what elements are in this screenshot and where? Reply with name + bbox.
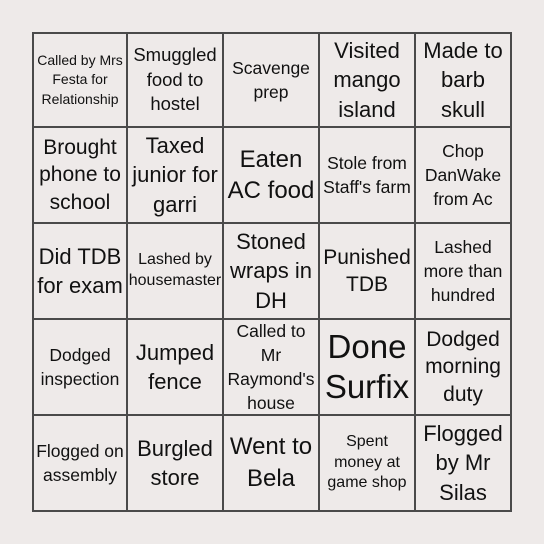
bingo-cell[interactable]: Flogged on assembly: [32, 416, 128, 512]
cell-text: Brought phone to school: [39, 136, 121, 214]
bingo-cell[interactable]: Spent money at game shop: [320, 416, 416, 512]
bingo-cell[interactable]: Jumped fence: [128, 320, 224, 416]
bingo-cell[interactable]: Taxed junior for garri: [128, 128, 224, 224]
cell-text: Jumped fence: [135, 339, 215, 394]
cell-text: Did TDB for exam: [37, 243, 123, 298]
bingo-cell[interactable]: Called by Mrs Festa for Relationship: [32, 32, 128, 128]
bingo-cell[interactable]: Visited mango island: [320, 32, 416, 128]
cell-text: Chop DanWake from Ac: [424, 140, 502, 210]
bingo-cell[interactable]: Stole from Staff's farm: [320, 128, 416, 224]
cell-text: Dodged inspection: [40, 344, 120, 389]
bingo-cell[interactable]: Called to Mr Raymond's house: [224, 320, 320, 416]
bingo-cell[interactable]: Brought phone to school: [32, 128, 128, 224]
cell-text: Stoned wraps in DH: [230, 229, 312, 313]
cell-text: Visited mango island: [333, 38, 401, 122]
cell-text: Flogged by Mr Silas: [423, 421, 503, 505]
bingo-cell[interactable]: Chop DanWake from Ac: [416, 128, 512, 224]
cell-text: Scavenge prep: [232, 57, 310, 102]
cell-text: Stole from Staff's farm: [323, 152, 411, 197]
cell-text: Taxed junior for garri: [132, 133, 218, 217]
bingo-cell[interactable]: Smuggled food to hostel: [128, 32, 224, 128]
bingo-cell[interactable]: Did TDB for exam: [32, 224, 128, 320]
cell-text: Lashed by housemaster: [128, 251, 222, 289]
bingo-cell[interactable]: Lashed by housemaster: [128, 224, 224, 320]
cell-text: Punished TDB: [323, 245, 411, 296]
bingo-cell[interactable]: Done Surfix: [320, 320, 416, 416]
cell-text: Smuggled food to hostel: [133, 44, 217, 115]
bingo-cell[interactable]: Eaten AC food: [224, 128, 320, 224]
cell-text: Done Surfix: [324, 327, 410, 405]
bingo-cell[interactable]: Punished TDB: [320, 224, 416, 320]
cell-text: Called to Mr Raymond's house: [227, 320, 315, 414]
bingo-cell[interactable]: Flogged by Mr Silas: [416, 416, 512, 512]
cell-text: Flogged on assembly: [36, 440, 124, 485]
cell-text: Spent money at game shop: [327, 432, 407, 492]
cell-text: Burgled store: [137, 435, 213, 490]
bingo-cell[interactable]: Stoned wraps in DH: [224, 224, 320, 320]
bingo-cell[interactable]: Dodged morning duty: [416, 320, 512, 416]
cell-text: Lashed more than hundred: [423, 236, 503, 306]
bingo-cell[interactable]: Lashed more than hundred: [416, 224, 512, 320]
cell-text: Made to barb skull: [423, 38, 503, 122]
cell-text: Called by Mrs Festa for Relationship: [37, 51, 123, 107]
bingo-cell[interactable]: Went to Bela: [224, 416, 320, 512]
bingo-cell[interactable]: Dodged inspection: [32, 320, 128, 416]
cell-text: Eaten AC food: [227, 145, 315, 204]
bingo-cell[interactable]: Made to barb skull: [416, 32, 512, 128]
cell-text: Dodged morning duty: [425, 328, 501, 406]
cell-text: Went to Bela: [229, 433, 313, 492]
bingo-board: Called by Mrs Festa for Relationship Smu…: [32, 32, 512, 512]
bingo-cell[interactable]: Scavenge prep: [224, 32, 320, 128]
bingo-cell[interactable]: Burgled store: [128, 416, 224, 512]
